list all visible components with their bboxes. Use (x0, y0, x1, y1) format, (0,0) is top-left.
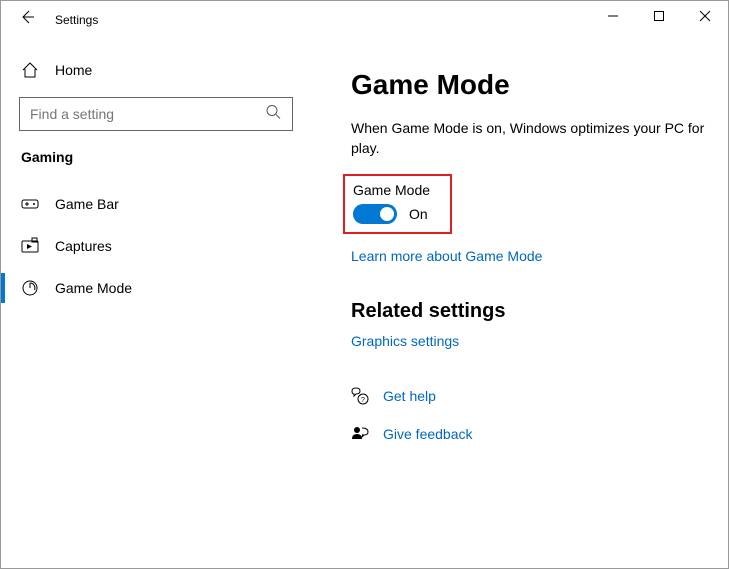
game-mode-toggle[interactable] (353, 204, 397, 224)
help-section: ? Get help Give feedback (351, 387, 706, 443)
graphics-settings-link[interactable]: Graphics settings (351, 333, 459, 349)
back-button[interactable] (7, 9, 47, 30)
nav-label: Game Mode (55, 280, 132, 296)
home-icon (21, 61, 39, 79)
window-controls (590, 1, 728, 31)
search-input[interactable] (19, 97, 293, 131)
nav-captures[interactable]: Captures (1, 225, 311, 267)
nav-label: Game Bar (55, 196, 119, 212)
svg-text:?: ? (361, 397, 365, 404)
app-title: Settings (47, 13, 98, 27)
minimize-button[interactable] (590, 1, 636, 31)
titlebar: Settings (1, 1, 728, 37)
search-wrap (19, 97, 293, 131)
toggle-state: On (409, 206, 428, 222)
close-button[interactable] (682, 1, 728, 31)
game-mode-icon (21, 279, 39, 297)
get-help-link[interactable]: Get help (383, 388, 436, 404)
home-nav[interactable]: Home (1, 55, 311, 85)
maximize-button[interactable] (636, 1, 682, 31)
feedback-link[interactable]: Give feedback (383, 426, 473, 442)
nav-game-mode[interactable]: Game Mode (1, 267, 311, 309)
sidebar: Home Gaming Game Bar Captures (1, 37, 311, 568)
feedback-icon (351, 425, 369, 443)
main-panel: Game Mode When Game Mode is on, Windows … (311, 37, 728, 568)
help-icon: ? (351, 387, 369, 405)
game-bar-icon (21, 195, 39, 213)
home-label: Home (55, 62, 92, 78)
highlight-annotation: Game Mode On (343, 174, 452, 234)
related-header: Related settings (351, 300, 706, 323)
captures-icon (21, 237, 39, 255)
toggle-label: Game Mode (353, 182, 430, 198)
content-area: Home Gaming Game Bar Captures (1, 37, 728, 568)
get-help-row[interactable]: ? Get help (351, 387, 706, 405)
titlebar-left: Settings (1, 1, 98, 30)
page-title: Game Mode (351, 69, 706, 101)
category-header: Gaming (1, 149, 311, 183)
page-description: When Game Mode is on, Windows optimizes … (351, 119, 706, 158)
nav-label: Captures (55, 238, 112, 254)
toggle-row: On (353, 204, 430, 224)
feedback-row[interactable]: Give feedback (351, 425, 706, 443)
nav-game-bar[interactable]: Game Bar (1, 183, 311, 225)
learn-more-link[interactable]: Learn more about Game Mode (351, 248, 542, 264)
